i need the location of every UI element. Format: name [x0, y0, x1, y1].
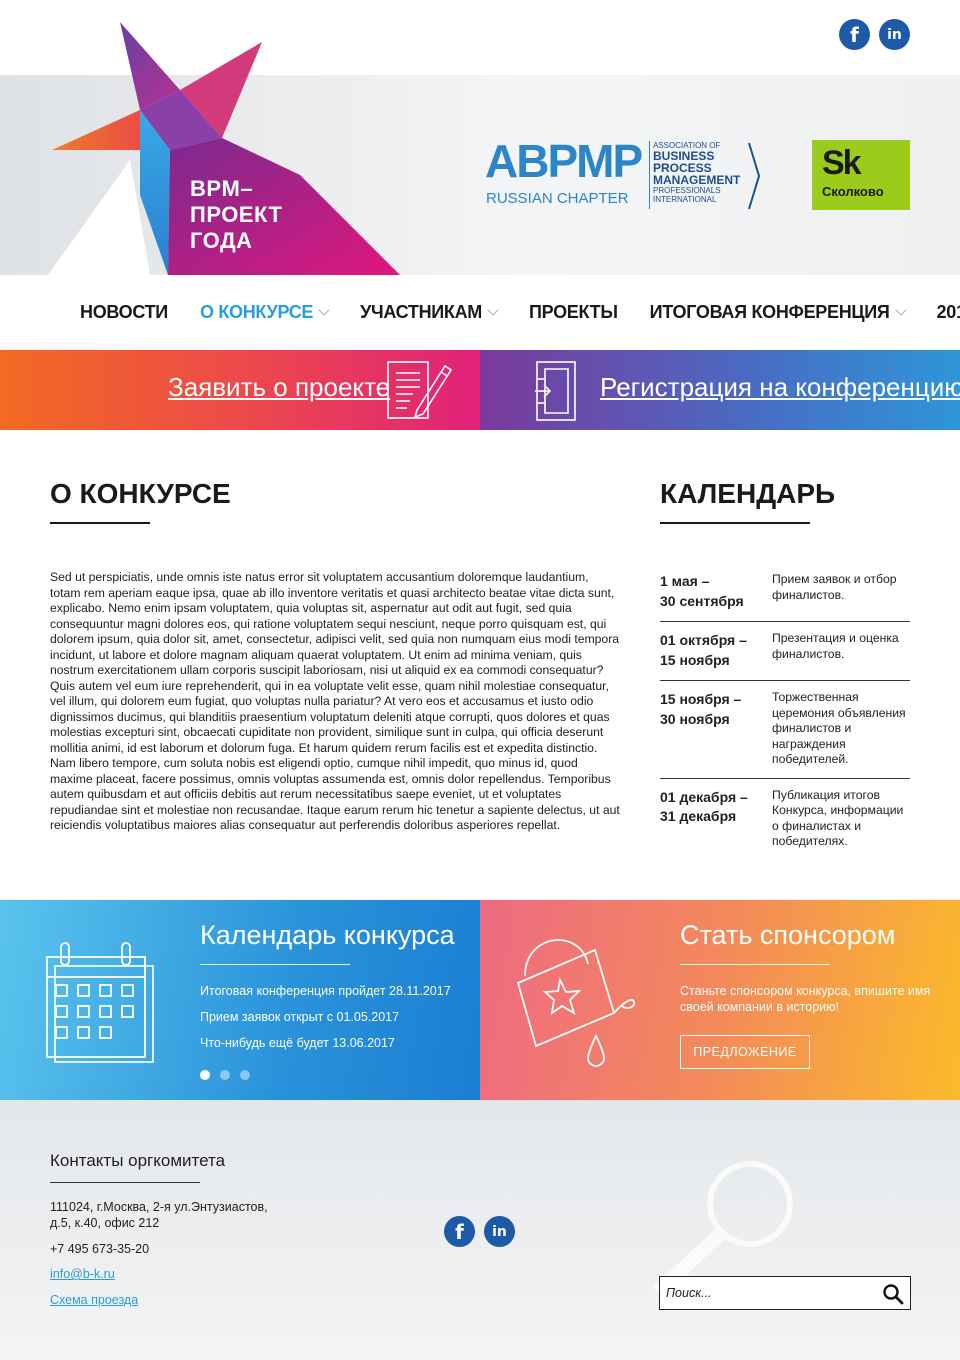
calendar-date: 01 октября – 15 ноября: [660, 631, 772, 670]
logo-line-2: ПРОЕКТ: [190, 202, 283, 227]
nav-item-participants[interactable]: УЧАСТНИКАМ: [360, 302, 499, 323]
document-pen-icon: [387, 361, 453, 419]
footer-address-1: 111024, г.Москва, 2-я ул.Энтузиастов,: [50, 1200, 268, 1214]
about-title: О КОНКУРСЕ: [50, 478, 231, 509]
calendar-date-end: 15 ноября: [660, 651, 730, 668]
nav-label: ПРОЕКТЫ: [528, 302, 618, 322]
calendar-row: 01 декабря – 31 декабря Публикация итого…: [660, 779, 910, 860]
calendar-row: 01 октября – 15 ноября Презентация и оце…: [660, 622, 910, 681]
footer-email-link[interactable]: info@b-k.ru: [50, 1267, 115, 1281]
calendar-title: КАЛЕНДАРЬ: [660, 478, 836, 509]
door-enter-icon: [535, 361, 576, 421]
contest-calendar-line: Что-нибудь ещё будет 13.06.2017: [200, 1036, 395, 1050]
cta-bar: Заявить о проекте Регистрация на конфере…: [0, 350, 960, 430]
calendar-date-end: 31 декабря: [660, 808, 737, 824]
footer-map-link[interactable]: Схема проезда: [50, 1293, 138, 1307]
sponsor-panel: Стать спонсором Станьте спонсором конкур…: [480, 900, 960, 1100]
chevron-down-icon: [894, 304, 907, 316]
search-icon[interactable]: [882, 1283, 904, 1305]
calendar-desc: Презентация и оценка финалистов.: [772, 631, 899, 661]
logo-line-3: ГОДА: [190, 228, 253, 253]
calendar-title-rule: [660, 522, 810, 524]
offer-button[interactable]: ПРЕДЛОЖЕНИЕ: [680, 1035, 810, 1069]
calendar-desc: Публикация итогов Конкурса, информации о…: [772, 787, 904, 849]
calendar-date-start: 15 ноября –: [660, 691, 742, 707]
footer-linkedin-icon[interactable]: in: [484, 1216, 515, 1247]
footer-phone: +7 495 673-35-20: [50, 1242, 150, 1256]
nav-item-conference[interactable]: ИТОГОВАЯ КОНФЕРЕНЦИЯ: [649, 302, 907, 323]
calendar-row: 15 ноября – 30 ноября Торжественная цере…: [660, 681, 910, 779]
calendar-desc: Прием заявок и отбор финалистов.: [772, 572, 897, 602]
calendar-date: 15 ноября – 30 ноября: [660, 690, 772, 768]
calendar-date-start: 01 декабря –: [660, 788, 748, 805]
calendar-date: 1 мая – 30 сентября: [660, 572, 772, 611]
abpmp-names: ASSOCIATION OF BUSINESS PROCESS MANAGEME…: [653, 141, 740, 204]
register-conference-button[interactable]: Регистрация на конференцию: [480, 350, 960, 430]
abpmp-divider: [649, 141, 650, 209]
nav-label: УЧАСТНИКАМ: [360, 302, 482, 322]
calendar-list: 1 мая – 30 сентября Прием заявок и отбор…: [660, 563, 910, 860]
search-input[interactable]: [666, 1277, 866, 1308]
chevron-down-icon: [318, 304, 330, 316]
linkedin-icon[interactable]: in: [879, 19, 910, 50]
nav-item-year[interactable]: 2017: [937, 302, 960, 323]
calendar-date-end: 30 ноября: [660, 710, 730, 727]
nav-item-projects[interactable]: ПРОЕКТЫ: [529, 302, 618, 323]
logo-line-1: BPM–: [190, 176, 254, 201]
nav-label: НОВОСТИ: [80, 302, 168, 322]
facebook-icon[interactable]: f: [839, 19, 870, 50]
footer-facebook-icon[interactable]: f: [444, 1216, 475, 1247]
calendar-date-start: 01 октября –: [660, 632, 747, 648]
contest-calendar-rule: [200, 964, 350, 965]
skolkovo-mark: Sk: [822, 144, 862, 182]
calendar-date: 01 декабря – 31 декабря: [660, 788, 772, 850]
paint-bucket-icon: [516, 939, 635, 1067]
contest-calendar-line: Итоговая конференция пройдет 28.11.2017: [200, 984, 451, 998]
about-body: Sed ut perspiciatis, unde omnis iste nat…: [50, 570, 620, 832]
skolkovo-name: Сколково: [822, 184, 884, 199]
nav-label: ИТОГОВАЯ КОНФЕРЕНЦИЯ: [649, 302, 890, 322]
contest-calendar-title: Календарь конкурса: [200, 920, 455, 950]
slider-dot[interactable]: [200, 1070, 210, 1080]
abpmp-line5: INTERNATIONAL: [653, 195, 717, 204]
footer-title-rule: [50, 1182, 200, 1183]
calendar-row: 1 мая – 30 сентября Прием заявок и отбор…: [660, 563, 910, 622]
calendar-icon: [46, 942, 154, 1063]
calendar-date-end: 30 сентября: [660, 592, 744, 609]
sponsor-text-1: Станьте спонсором конкурса, впишите имя: [680, 984, 931, 998]
register-conference-link[interactable]: Регистрация на конференцию: [600, 372, 960, 403]
sponsor-text-2: своей компании в историю!: [680, 1000, 839, 1014]
logo-title: BPM– ПРОЕКТ ГОДА: [190, 176, 282, 254]
nav-item-about[interactable]: О КОНКУРСЕ: [199, 302, 330, 323]
promo-section: Календарь конкурса Итоговая конференция …: [0, 900, 960, 1100]
nav-label: О КОНКУРСЕ: [199, 302, 314, 322]
calendar-desc: Торжественная церемония объявления финал…: [772, 690, 906, 766]
main-nav: НОВОСТИ О КОНКУРСЕ УЧАСТНИКАМ ПРОЕКТЫ ИТ…: [0, 275, 960, 350]
abpmp-line3: MANAGEMENT: [653, 173, 741, 187]
sponsor-title: Стать спонсором: [680, 920, 896, 950]
abpmp-line4: PROFESSIONALS: [653, 186, 721, 195]
nav-item-news[interactable]: НОВОСТИ: [80, 302, 168, 323]
about-title-rule: [50, 522, 150, 524]
chevron-down-icon: [487, 304, 499, 316]
search-box: [659, 1276, 911, 1310]
calendar-date-start: 1 мая –: [660, 573, 710, 589]
abpmp-chevron-icon: [748, 142, 761, 210]
abpmp-subtitle: RUSSIAN CHAPTER: [486, 190, 629, 207]
slider-dot[interactable]: [220, 1070, 230, 1080]
contest-calendar-line: Прием заявок открыт с 01.05.2017: [200, 1010, 400, 1024]
footer-title: Контакты оргкомитета: [50, 1151, 226, 1170]
abpmp-wordmark: ABPMP: [485, 135, 643, 187]
apply-project-link[interactable]: Заявить о проекте: [168, 372, 390, 403]
contest-calendar-panel: Календарь конкурса Итоговая конференция …: [0, 900, 480, 1100]
slider-dot[interactable]: [240, 1070, 250, 1080]
skolkovo-logo[interactable]: Sk Сколково: [812, 140, 910, 210]
footer-address-2: д.5, к.40, офис 212: [50, 1216, 160, 1230]
apply-project-button[interactable]: Заявить о проекте: [0, 350, 480, 430]
nav-label: 2017: [936, 302, 960, 322]
abpmp-logo[interactable]: ABPMP RUSSIAN CHAPTER ASSOCIATION OF BUS…: [485, 137, 765, 215]
sponsor-rule: [680, 964, 830, 965]
